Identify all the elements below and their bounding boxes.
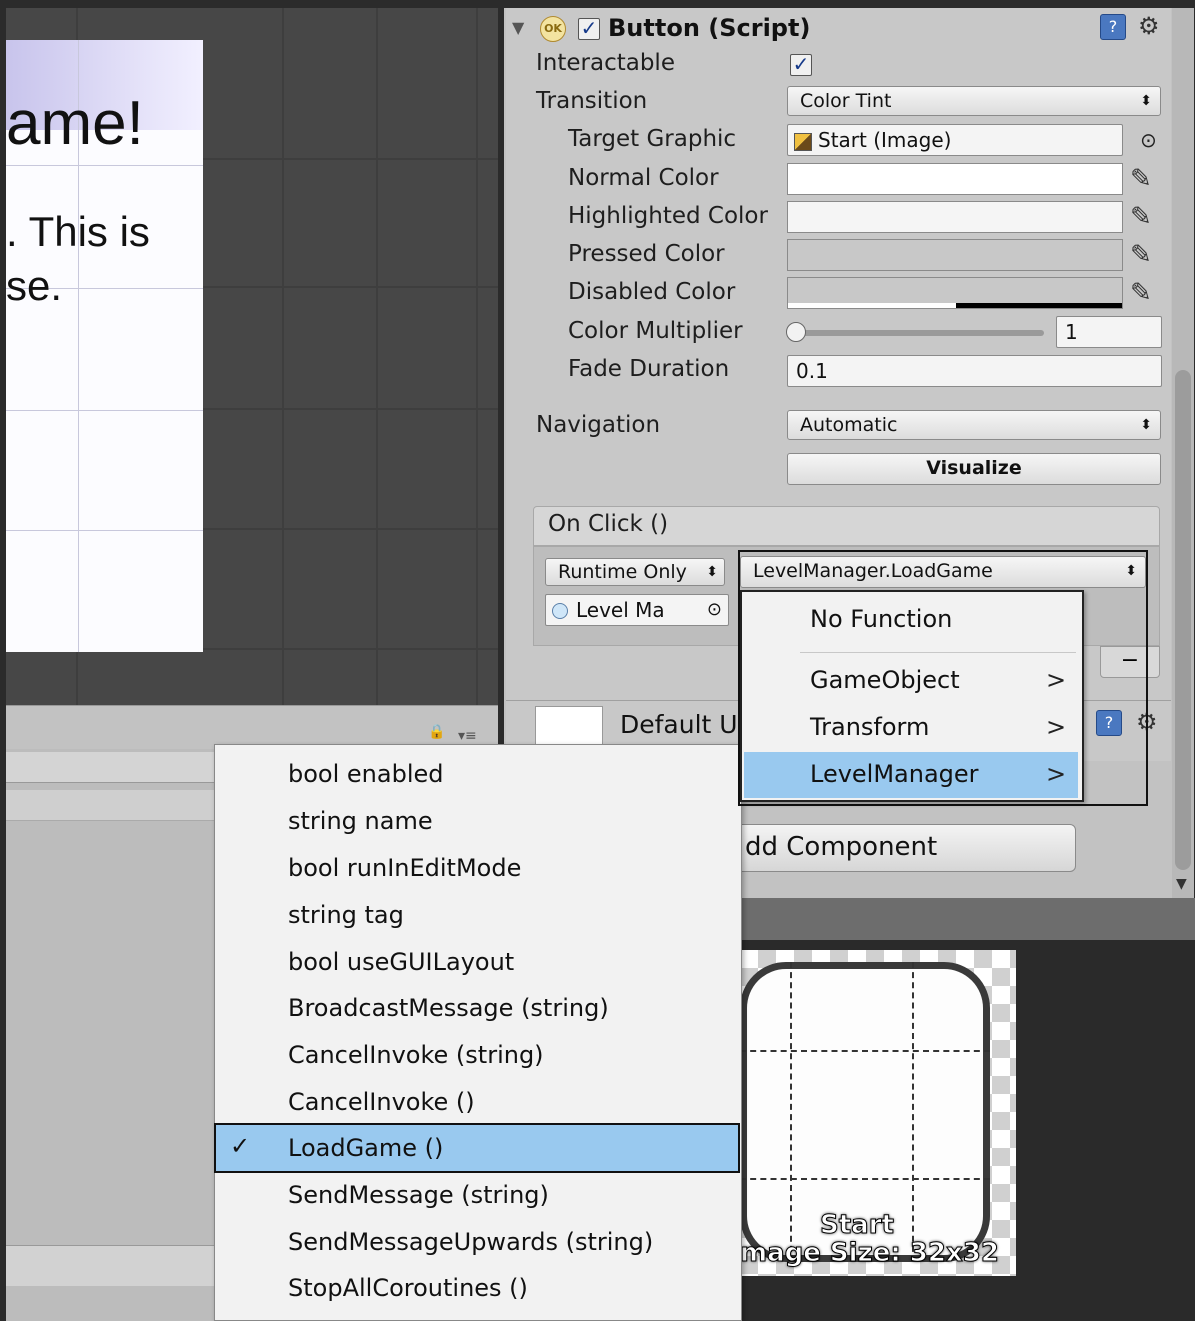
- canvas-panel: ame! . This is se.: [6, 40, 203, 652]
- preview-sprite-name: Start: [820, 1210, 895, 1241]
- button-component-icon: OK: [540, 16, 566, 42]
- component-enabled-checkbox[interactable]: ✓: [578, 18, 600, 40]
- method-menu-item[interactable]: bool useGUILayout: [288, 948, 514, 976]
- navigation-dropdown[interactable]: Automatic ⬍: [787, 410, 1161, 440]
- chevron-right-icon: >: [1046, 713, 1067, 741]
- preview-image-size: mage Size: 32x32: [740, 1238, 1000, 1269]
- alpha-bar: [956, 303, 1122, 308]
- transition-label: Transition: [536, 88, 648, 114]
- method-menu-item[interactable]: string tag: [288, 901, 404, 929]
- check-icon: ✓: [230, 1132, 251, 1160]
- fade-duration-input[interactable]: 0.1: [787, 355, 1162, 387]
- slice-guide: [740, 1178, 990, 1180]
- highlighted-color-swatch[interactable]: [787, 201, 1123, 233]
- transition-value: Color Tint: [800, 90, 892, 112]
- fade-duration-label: Fade Duration: [568, 356, 730, 382]
- method-menu-item[interactable]: CancelInvoke (): [288, 1088, 475, 1116]
- canvas-grid-line: [6, 410, 203, 411]
- transition-dropdown[interactable]: Color Tint ⬍: [787, 86, 1161, 116]
- slice-guide: [790, 962, 792, 1262]
- material-thumbnail: [535, 706, 603, 748]
- canvas-body-text: . This is: [6, 208, 150, 255]
- method-menu-item[interactable]: BroadcastMessage (string): [288, 994, 609, 1022]
- function-menu-item-gameobject[interactable]: GameObject: [810, 666, 960, 694]
- canvas-title-text: ame!: [6, 89, 144, 158]
- material-name: Default U: [620, 710, 738, 739]
- target-graphic-field[interactable]: Start (Image): [787, 124, 1123, 156]
- canvas-grid-line: [6, 530, 203, 531]
- disabled-color-swatch[interactable]: [787, 277, 1123, 309]
- scene-grid-line: [282, 8, 284, 705]
- method-menu-item[interactable]: CancelInvoke (string): [288, 1041, 544, 1069]
- slice-guide: [912, 962, 914, 1262]
- chevron-right-icon: >: [1046, 760, 1067, 788]
- event-target-object-value: Level Ma: [576, 598, 665, 622]
- runtime-dropdown[interactable]: Runtime Only ⬍: [545, 558, 725, 586]
- onclick-header: On Click (): [533, 506, 1160, 546]
- function-menu-item-transform[interactable]: Transform: [810, 713, 929, 741]
- image-asset-icon: [794, 133, 812, 151]
- target-graphic-label: Target Graphic: [568, 126, 737, 152]
- method-menu-item[interactable]: SendMessageUpwards (string): [288, 1228, 653, 1256]
- color-multiplier-input[interactable]: 1: [1056, 316, 1162, 348]
- canvas-grid-line: [6, 165, 203, 166]
- dropdown-arrow-icon: ⬍: [1140, 93, 1152, 109]
- function-menu-item-levelmanager[interactable]: LevelManager: [810, 760, 979, 788]
- method-menu-item[interactable]: SendMessage (string): [288, 1181, 549, 1209]
- dropdown-arrow-icon: ⬍: [706, 564, 718, 580]
- method-menu-item[interactable]: bool enabled: [288, 760, 443, 788]
- color-multiplier-label: Color Multiplier: [568, 318, 743, 344]
- script-asset-icon: [552, 603, 568, 619]
- slice-guide: [740, 1050, 990, 1052]
- onclick-label: On Click (): [548, 511, 669, 537]
- object-picker-icon[interactable]: ⊙: [1140, 128, 1157, 152]
- method-menu-item[interactable]: string name: [288, 807, 433, 835]
- triangle-down-icon[interactable]: ▼: [512, 18, 524, 37]
- menu-separator: [800, 652, 1076, 653]
- panel-menu-icon[interactable]: ▾≡: [458, 728, 477, 744]
- event-target-object-field[interactable]: Level Ma ⊙: [545, 594, 729, 626]
- pressed-color-label: Pressed Color: [568, 241, 725, 267]
- lock-icon[interactable]: 🔒: [428, 724, 445, 740]
- scene-grid-line: [476, 8, 478, 705]
- help-book-icon[interactable]: ?: [1100, 14, 1126, 40]
- navigation-value: Automatic: [800, 414, 898, 436]
- pressed-color-swatch[interactable]: [787, 239, 1123, 271]
- gear-icon[interactable]: ⚙: [1138, 12, 1160, 40]
- scroll-down-arrow-icon[interactable]: ▼: [1176, 876, 1187, 892]
- navigation-label: Navigation: [536, 412, 661, 438]
- target-graphic-value: Start (Image): [818, 128, 952, 152]
- method-menu-item[interactable]: StopAllCoroutines (): [288, 1274, 528, 1302]
- color-multiplier-slider-track[interactable]: [792, 330, 1044, 336]
- component-title: Button (Script): [608, 14, 811, 42]
- eyedropper-icon[interactable]: ✎: [1130, 280, 1152, 306]
- function-menu-item-no-function[interactable]: No Function: [810, 605, 952, 633]
- eyedropper-icon[interactable]: ✎: [1130, 204, 1152, 230]
- chevron-right-icon: >: [1046, 666, 1067, 694]
- alpha-bar: [788, 303, 956, 308]
- normal-color-label: Normal Color: [568, 165, 719, 191]
- eyedropper-icon[interactable]: ✎: [1130, 166, 1152, 192]
- color-multiplier-slider-knob[interactable]: [786, 322, 806, 342]
- disabled-color-label: Disabled Color: [568, 279, 736, 305]
- add-component-button[interactable]: dd Component: [700, 824, 1076, 872]
- inspector-scrollbar-thumb[interactable]: [1175, 370, 1191, 870]
- runtime-value: Runtime Only: [558, 561, 687, 583]
- canvas-body-text: se.: [6, 262, 63, 309]
- normal-color-swatch[interactable]: [787, 163, 1123, 195]
- interactable-label: Interactable: [536, 50, 675, 76]
- scene-grid-line: [376, 8, 378, 705]
- eyedropper-icon[interactable]: ✎: [1130, 242, 1152, 268]
- method-menu-item-loadgame[interactable]: LoadGame (): [288, 1134, 443, 1162]
- highlighted-color-label: Highlighted Color: [568, 203, 768, 229]
- dropdown-arrow-icon: ⬍: [1140, 417, 1152, 433]
- visualize-button[interactable]: Visualize: [787, 453, 1161, 485]
- interactable-checkbox[interactable]: ✓: [790, 54, 812, 76]
- method-menu-item[interactable]: bool runInEditMode: [288, 854, 521, 882]
- object-picker-icon[interactable]: ⊙: [707, 595, 722, 625]
